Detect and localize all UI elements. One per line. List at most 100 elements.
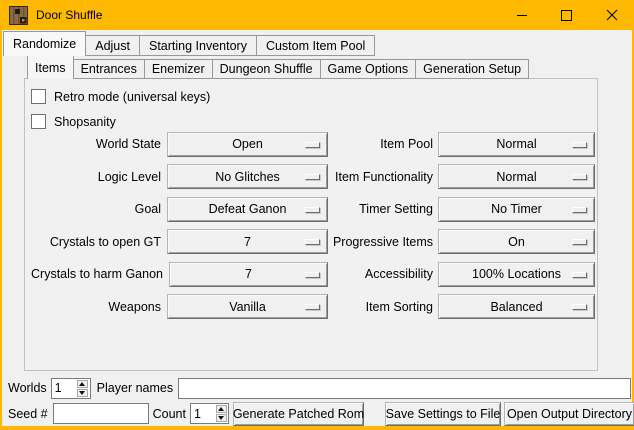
door-icon — [9, 6, 28, 25]
item-functionality-value: Normal — [496, 170, 536, 184]
tab-adjust-label: Adjust — [95, 39, 130, 53]
crystals-harm-ganon-dropdown[interactable]: 7 — [169, 262, 328, 287]
save-settings-label: Save Settings to File — [386, 407, 501, 421]
tab-starting-inventory-label: Starting Inventory — [149, 39, 247, 53]
tab-enemizer-label: Enemizer — [152, 62, 205, 76]
door-shuffle-window: Door Shuffle Randomize Adjust Starting I… — [0, 0, 634, 430]
item-functionality-dropdown[interactable]: Normal — [438, 164, 595, 189]
sub-tab-bar: Items Entrances Enemizer Dungeon Shuffle… — [27, 55, 529, 79]
tab-entrances-label: Entrances — [81, 62, 137, 76]
tab-adjust[interactable]: Adjust — [85, 35, 140, 56]
accessibility-dropdown[interactable]: 100% Locations — [438, 262, 595, 287]
player-names-label: Player names — [97, 381, 173, 395]
count-spinner[interactable] — [190, 403, 229, 424]
maximize-button[interactable] — [544, 0, 589, 30]
tab-generation-setup-label: Generation Setup — [423, 62, 521, 76]
tab-game-options-label: Game Options — [328, 62, 409, 76]
worlds-spin-up[interactable] — [77, 380, 88, 388]
seed-label: Seed # — [8, 407, 48, 421]
close-button[interactable] — [589, 0, 634, 30]
tab-enemizer[interactable]: Enemizer — [144, 59, 213, 79]
logic-level-value: No Glitches — [215, 170, 280, 184]
worlds-label: Worlds — [8, 381, 47, 395]
weapons-label: Weapons — [31, 300, 161, 314]
weapons-dropdown[interactable]: Vanilla — [167, 294, 328, 319]
main-tab-bar: Randomize Adjust Starting Inventory Cust… — [3, 31, 375, 56]
options-right-column: Item Pool Normal Item Functionality Norm… — [331, 128, 595, 323]
tab-custom-item-pool-label: Custom Item Pool — [266, 39, 365, 53]
dropdown-indicator-icon — [305, 174, 320, 180]
count-spin-down[interactable] — [216, 414, 227, 422]
worlds-spin-down[interactable] — [77, 389, 88, 397]
retro-mode-checkbox[interactable] — [31, 89, 46, 104]
dropdown-indicator-icon — [572, 272, 587, 278]
retro-mode-row: Retro mode (universal keys) — [31, 84, 210, 109]
dropdown-indicator-icon — [305, 207, 320, 213]
window-border-left — [0, 30, 2, 430]
dropdown-indicator-icon — [572, 174, 587, 180]
generate-patched-rom-button[interactable]: Generate Patched Rom — [233, 402, 364, 426]
seed-row: Seed # Count Generate Patched Rom Save S… — [8, 401, 634, 426]
timer-setting-value: No Timer — [491, 202, 542, 216]
worlds-spinner[interactable] — [51, 378, 91, 399]
item-functionality-label: Item Functionality — [331, 170, 433, 184]
timer-setting-dropdown[interactable]: No Timer — [438, 197, 595, 222]
save-settings-button[interactable]: Save Settings to File — [385, 402, 501, 426]
item-sorting-value: Balanced — [490, 300, 542, 314]
accessibility-value: 100% Locations — [472, 267, 561, 281]
count-input[interactable] — [191, 404, 215, 423]
tab-entrances[interactable]: Entrances — [73, 59, 145, 79]
tab-game-options[interactable]: Game Options — [320, 59, 417, 79]
worlds-row: Worlds Player names — [8, 377, 631, 399]
retro-mode-label: Retro mode (universal keys) — [54, 90, 210, 104]
crystals-open-gt-value: 7 — [244, 235, 251, 249]
tab-custom-item-pool[interactable]: Custom Item Pool — [256, 35, 375, 56]
tab-items[interactable]: Items — [27, 55, 74, 79]
generate-patched-rom-label: Generate Patched Rom — [233, 407, 364, 421]
world-state-label: World State — [31, 137, 161, 151]
world-state-dropdown[interactable]: Open — [167, 132, 328, 157]
progressive-items-label: Progressive Items — [331, 235, 433, 249]
tab-dungeon-shuffle-label: Dungeon Shuffle — [220, 62, 313, 76]
tab-items-label: Items — [35, 61, 66, 75]
item-pool-dropdown[interactable]: Normal — [438, 132, 595, 157]
maximize-icon — [561, 10, 572, 21]
goal-label: Goal — [31, 202, 161, 216]
dropdown-indicator-icon — [572, 239, 587, 245]
dropdown-indicator-icon — [572, 142, 587, 148]
player-names-input[interactable] — [178, 378, 631, 399]
open-output-directory-label: Open Output Directory — [507, 407, 632, 421]
window-border-bottom — [0, 426, 634, 430]
open-output-directory-button[interactable]: Open Output Directory — [504, 402, 634, 426]
seed-input[interactable] — [53, 403, 149, 424]
tab-dungeon-shuffle[interactable]: Dungeon Shuffle — [212, 59, 321, 79]
dropdown-indicator-icon — [305, 272, 320, 278]
item-sorting-label: Item Sorting — [331, 300, 433, 314]
titlebar[interactable]: Door Shuffle — [0, 0, 634, 30]
dropdown-indicator-icon — [305, 304, 320, 310]
spin-down-icon — [79, 391, 85, 395]
worlds-input[interactable] — [52, 379, 76, 398]
weapons-value: Vanilla — [229, 300, 266, 314]
item-sorting-dropdown[interactable]: Balanced — [438, 294, 595, 319]
item-pool-value: Normal — [496, 137, 536, 151]
tab-randomize[interactable]: Randomize — [3, 31, 86, 56]
progressive-items-dropdown[interactable]: On — [438, 229, 595, 254]
goal-dropdown[interactable]: Defeat Ganon — [167, 197, 328, 222]
tab-starting-inventory[interactable]: Starting Inventory — [139, 35, 257, 56]
timer-setting-label: Timer Setting — [331, 202, 433, 216]
options-left-column: World State Open Logic Level No Glitches… — [31, 128, 328, 323]
shopsanity-checkbox[interactable] — [31, 114, 46, 129]
world-state-value: Open — [232, 137, 263, 151]
count-spin-up[interactable] — [216, 405, 227, 413]
tab-generation-setup[interactable]: Generation Setup — [415, 59, 529, 79]
logic-level-dropdown[interactable]: No Glitches — [167, 164, 328, 189]
dropdown-indicator-icon — [305, 142, 320, 148]
crystals-open-gt-dropdown[interactable]: 7 — [167, 229, 328, 254]
accessibility-label: Accessibility — [331, 267, 433, 281]
spin-down-icon — [218, 416, 224, 420]
count-label: Count — [153, 407, 186, 421]
dropdown-indicator-icon — [572, 304, 587, 310]
goal-value: Defeat Ganon — [209, 202, 287, 216]
minimize-button[interactable] — [499, 0, 544, 30]
